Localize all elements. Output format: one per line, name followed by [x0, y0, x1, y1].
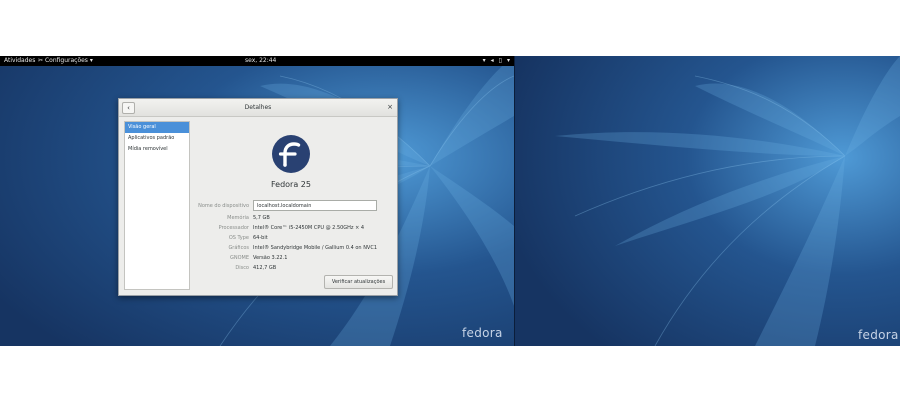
- device-name-input[interactable]: localhost.localdomain: [253, 200, 377, 211]
- settings-menu-label: Configurações: [44, 57, 88, 64]
- dialog-header: ‹ Detalhes ×: [119, 99, 397, 117]
- sidebar-item-default-apps[interactable]: Aplicativos padrão: [125, 133, 189, 144]
- os-type-label: OS Type: [228, 235, 249, 241]
- fedora-watermark: fedora: [858, 328, 899, 342]
- memory-value: 5,7 GB: [253, 215, 270, 221]
- close-button[interactable]: ×: [387, 99, 393, 116]
- network-icon: ▾: [482, 57, 486, 64]
- activities-button[interactable]: Atividades: [4, 56, 35, 66]
- os-type-value: 64-bit: [253, 235, 268, 241]
- details-sidebar: Visão geral Aplicativos padrão Mídia rem…: [124, 121, 190, 290]
- gnome-version-value: Versão 3.22.1: [253, 255, 288, 261]
- gnome-top-bar: Atividades ✂ Configurações ▾ sex, 22:44 …: [0, 56, 514, 66]
- chevron-down-icon: ▾: [89, 57, 93, 64]
- graphics-label: Gráficos: [228, 245, 249, 251]
- volume-icon: ◂: [490, 57, 494, 64]
- graphics-value: Intel® Sandybridge Mobile / Gallium 0.4 …: [253, 245, 378, 251]
- processor-value: Intel® Core™ i5-2450M CPU @ 2.50GHz × 4: [253, 225, 365, 231]
- wallpaper-right: [515, 56, 900, 346]
- sidebar-item-removable-media[interactable]: Mídia removível: [125, 144, 189, 155]
- check-updates-button[interactable]: Verificar atualizações: [324, 275, 393, 289]
- tools-icon: ✂: [38, 57, 44, 64]
- fedora-watermark: fedora: [462, 326, 503, 340]
- disk-value: 412,7 GB: [253, 265, 277, 271]
- memory-label: Memória: [227, 215, 249, 221]
- settings-app-menu[interactable]: ✂ Configurações ▾: [38, 56, 93, 66]
- dialog-title: Detalhes: [244, 104, 272, 111]
- close-icon: ×: [387, 103, 393, 111]
- battery-icon: ▯: [498, 57, 502, 64]
- sidebar-item-overview[interactable]: Visão geral: [125, 122, 189, 133]
- system-tray[interactable]: ▾ ◂ ▯ ▾: [483, 56, 510, 66]
- right-monitor-screen: fedora: [515, 56, 900, 346]
- device-name-label: Nome do dispositivo: [198, 203, 249, 209]
- fedora-logo-icon: [272, 135, 310, 173]
- chevron-down-icon: ▾: [506, 57, 510, 64]
- disk-label: Disco: [235, 265, 249, 271]
- details-dialog: ‹ Detalhes × Visão geral Aplicativos pad…: [118, 98, 398, 296]
- processor-label: Processador: [218, 225, 249, 231]
- clock[interactable]: sex, 22:44: [245, 56, 276, 66]
- os-name: Fedora 25: [271, 180, 311, 189]
- gnome-label: GNOME: [229, 255, 249, 261]
